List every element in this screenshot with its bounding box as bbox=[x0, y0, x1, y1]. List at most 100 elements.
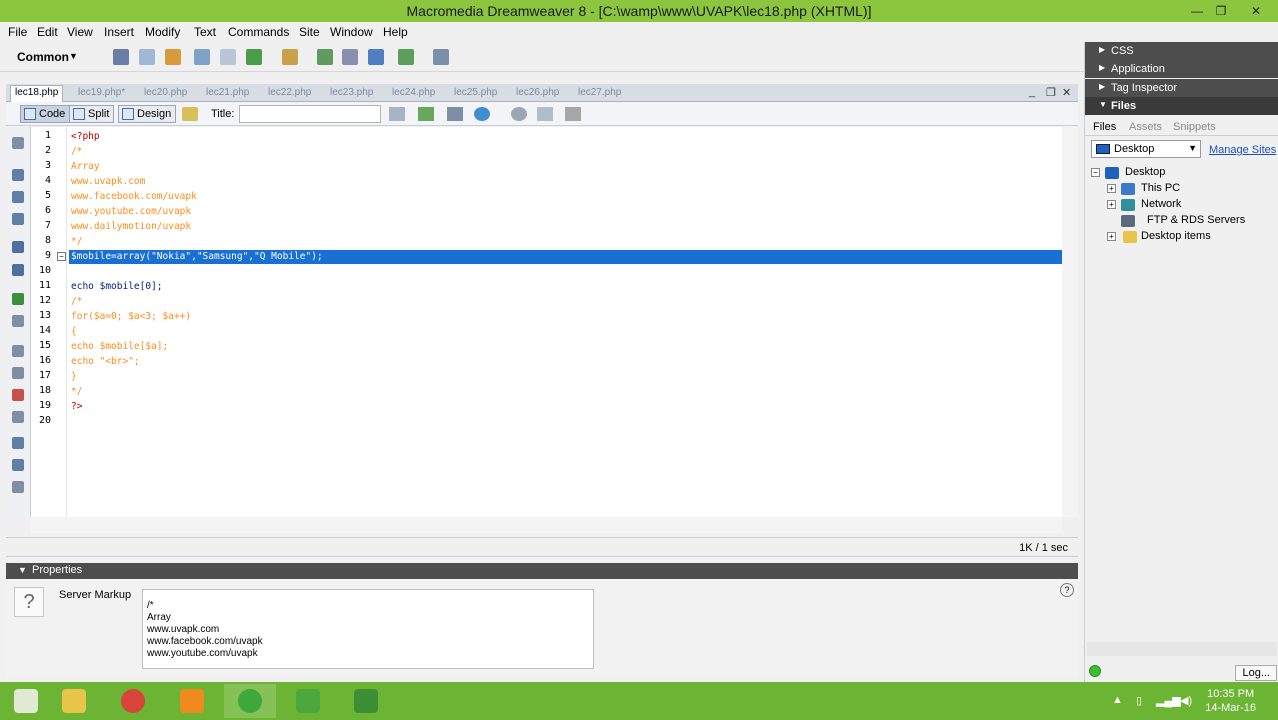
templates-icon[interactable] bbox=[398, 49, 414, 65]
email-link-icon[interactable] bbox=[139, 49, 155, 65]
tree-expander[interactable]: − bbox=[1091, 168, 1100, 177]
tab-lec26[interactable]: lec26.php bbox=[512, 86, 563, 102]
fold-toggle-icon[interactable]: − bbox=[57, 252, 66, 261]
split-view-button[interactable]: Split bbox=[69, 105, 115, 123]
tag-chooser-icon[interactable] bbox=[433, 49, 449, 65]
volume-icon[interactable]: ◀) bbox=[1180, 694, 1192, 707]
battery-icon[interactable]: ▯ bbox=[1136, 694, 1142, 707]
table-icon[interactable] bbox=[194, 49, 210, 65]
restore-button[interactable]: ❐ bbox=[1210, 2, 1232, 20]
tab-lec25[interactable]: lec25.php bbox=[450, 86, 501, 102]
date-icon[interactable] bbox=[317, 49, 333, 65]
code-line[interactable]: echo $mobile[0]; bbox=[71, 281, 163, 292]
help-icon[interactable]: ? bbox=[1060, 583, 1074, 597]
view-options-icon[interactable] bbox=[537, 107, 553, 121]
media-icon[interactable] bbox=[282, 49, 298, 65]
tab-snippets[interactable]: Snippets bbox=[1173, 121, 1216, 133]
wrap-tag-icon[interactable] bbox=[12, 389, 24, 401]
taskbar-chrome[interactable] bbox=[107, 684, 159, 718]
code-line[interactable]: for($a=0; $a<3; $a++) bbox=[71, 311, 191, 322]
recent-snippets-icon[interactable] bbox=[12, 411, 24, 423]
code-line[interactable]: echo $mobile[$a]; bbox=[71, 341, 168, 352]
taskbar-camtasia[interactable] bbox=[282, 684, 334, 718]
comment-icon[interactable] bbox=[342, 49, 358, 65]
expand-all-icon[interactable] bbox=[12, 213, 24, 225]
code-view-button[interactable]: Code bbox=[20, 105, 71, 123]
files-horizontal-scrollbar[interactable] bbox=[1087, 642, 1277, 656]
edit-icon[interactable] bbox=[182, 107, 198, 121]
remove-comment-icon[interactable] bbox=[12, 367, 24, 379]
properties-header[interactable]: ▼ Properties bbox=[6, 563, 1078, 579]
taskbar-camtasia-recorder[interactable] bbox=[340, 684, 392, 718]
taskbar-explorer[interactable] bbox=[48, 684, 100, 718]
open-documents-icon[interactable] bbox=[12, 137, 24, 149]
head-icon[interactable] bbox=[368, 49, 384, 65]
editor-horizontal-scrollbar[interactable] bbox=[31, 517, 1062, 533]
log-button[interactable]: Log... bbox=[1235, 665, 1277, 681]
code-line[interactable]: } bbox=[71, 371, 77, 382]
code-editor[interactable]: <?php /* Array www.uvapk.com www.facebook.co… bbox=[67, 127, 1078, 517]
code-line[interactable]: <?php bbox=[71, 131, 100, 142]
image-icon[interactable] bbox=[246, 49, 262, 65]
tree-expander[interactable]: + bbox=[1107, 232, 1116, 241]
title-input[interactable] bbox=[239, 105, 381, 123]
named-anchor-icon[interactable] bbox=[165, 49, 181, 65]
menu-text[interactable]: Text bbox=[194, 25, 216, 39]
manage-sites-link[interactable]: Manage Sites bbox=[1209, 144, 1276, 156]
panel-application[interactable]: ▶ Application bbox=[1085, 60, 1278, 78]
select-parent-tag-icon[interactable] bbox=[12, 241, 24, 253]
line-numbers-icon[interactable] bbox=[12, 293, 24, 305]
minimize-button[interactable]: — bbox=[1186, 2, 1208, 20]
doc-restore-button[interactable]: ❐ bbox=[1046, 86, 1056, 99]
panel-css[interactable]: ▶ CSS bbox=[1085, 42, 1278, 60]
browser-check-icon[interactable] bbox=[474, 107, 490, 121]
tab-lec21[interactable]: lec21.php bbox=[202, 86, 253, 102]
hyperlink-icon[interactable] bbox=[113, 49, 129, 65]
tab-lec24[interactable]: lec24.php bbox=[388, 86, 439, 102]
site-select[interactable]: Desktop ▼ bbox=[1091, 140, 1201, 158]
signal-icon[interactable]: ▂▄▆ bbox=[1156, 694, 1181, 707]
panel-tag-inspector[interactable]: ▶ Tag Inspector bbox=[1085, 79, 1278, 97]
tab-lec23[interactable]: lec23.php bbox=[326, 86, 377, 102]
panel-files[interactable]: ▼ Files bbox=[1085, 97, 1278, 115]
close-button[interactable]: ✕ bbox=[1245, 2, 1267, 20]
tab-assets[interactable]: Assets bbox=[1129, 121, 1162, 133]
tab-files[interactable]: Files bbox=[1093, 121, 1116, 133]
editor-vertical-scrollbar[interactable] bbox=[1062, 127, 1078, 517]
system-clock[interactable]: 10:35 PM 14-Mar-16 bbox=[1205, 687, 1256, 715]
tree-item-ftp-rds[interactable]: FTP & RDS Servers bbox=[1147, 214, 1245, 226]
collapse-selection-icon[interactable] bbox=[12, 191, 24, 203]
taskbar-vlc[interactable] bbox=[166, 684, 218, 718]
visual-aids-icon[interactable] bbox=[565, 107, 581, 121]
code-line[interactable]: /* bbox=[71, 146, 82, 157]
tab-lec19[interactable]: lec19.php* bbox=[74, 86, 129, 102]
tab-lec27[interactable]: lec27.php bbox=[574, 86, 625, 102]
menu-site[interactable]: Site bbox=[299, 25, 320, 39]
code-line[interactable]: */ bbox=[71, 236, 82, 247]
tree-item-this-pc[interactable]: This PC bbox=[1141, 182, 1180, 194]
tree-item-network[interactable]: Network bbox=[1141, 198, 1181, 210]
tree-item-desktop-items[interactable]: Desktop items bbox=[1141, 230, 1211, 242]
code-line[interactable]: www.dailymotion/uvapk bbox=[71, 221, 191, 232]
balance-braces-icon[interactable] bbox=[12, 264, 24, 276]
file-management-icon[interactable] bbox=[389, 107, 405, 121]
indent-icon[interactable] bbox=[12, 437, 24, 449]
menu-commands[interactable]: Commands bbox=[228, 25, 289, 39]
menu-modify[interactable]: Modify bbox=[145, 25, 180, 39]
tray-arrow-icon[interactable]: ▲ bbox=[1112, 694, 1123, 706]
debug-icon[interactable] bbox=[447, 107, 463, 121]
tab-lec22[interactable]: lec22.php bbox=[264, 86, 315, 102]
layer-icon[interactable] bbox=[220, 49, 236, 65]
menu-edit[interactable]: Edit bbox=[37, 25, 58, 39]
code-line[interactable]: www.facebook.com/uvapk bbox=[71, 191, 197, 202]
code-line[interactable]: { bbox=[71, 326, 77, 337]
server-markup-box[interactable]: /* Array www.uvapk.com www.facebook.com/… bbox=[142, 589, 594, 669]
tree-expander[interactable]: + bbox=[1107, 184, 1116, 193]
menu-window[interactable]: Window bbox=[330, 25, 373, 39]
code-line[interactable]: www.youtube.com/uvapk bbox=[71, 206, 191, 217]
doc-close-button[interactable]: ✕ bbox=[1062, 86, 1071, 99]
code-line[interactable]: $mobile=array("Nokia","Samsung","Q Mobil… bbox=[71, 251, 323, 262]
code-line[interactable]: ?> bbox=[71, 401, 82, 412]
highlight-invalid-icon[interactable] bbox=[12, 315, 24, 327]
tree-expander[interactable]: + bbox=[1107, 200, 1116, 209]
